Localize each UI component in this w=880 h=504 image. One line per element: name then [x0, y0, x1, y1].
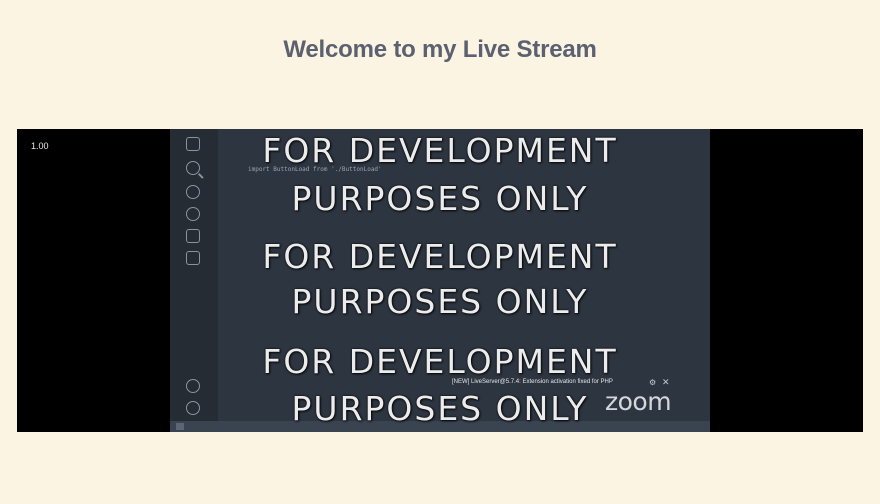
watermark-line: FOR DEVELOPMENT [262, 237, 618, 276]
watermark-line: FOR DEVELOPMENT [262, 342, 618, 381]
watermark-line: FOR DEVELOPMENT [262, 131, 618, 170]
zoom-level-readout: 1.00 [31, 141, 49, 151]
watermark-line: PURPOSES ONLY [291, 282, 589, 321]
page-title: Welcome to my Live Stream [283, 36, 597, 63]
watermark-line: PURPOSES ONLY [291, 389, 589, 428]
stream-video-frame[interactable]: import ButtonLoad from './ButtonLoad' [N… [170, 129, 710, 432]
video-player[interactable]: 1.00 import ButtonLoad from './ButtonLoa… [17, 129, 863, 432]
watermark-line: PURPOSES ONLY [291, 179, 589, 218]
